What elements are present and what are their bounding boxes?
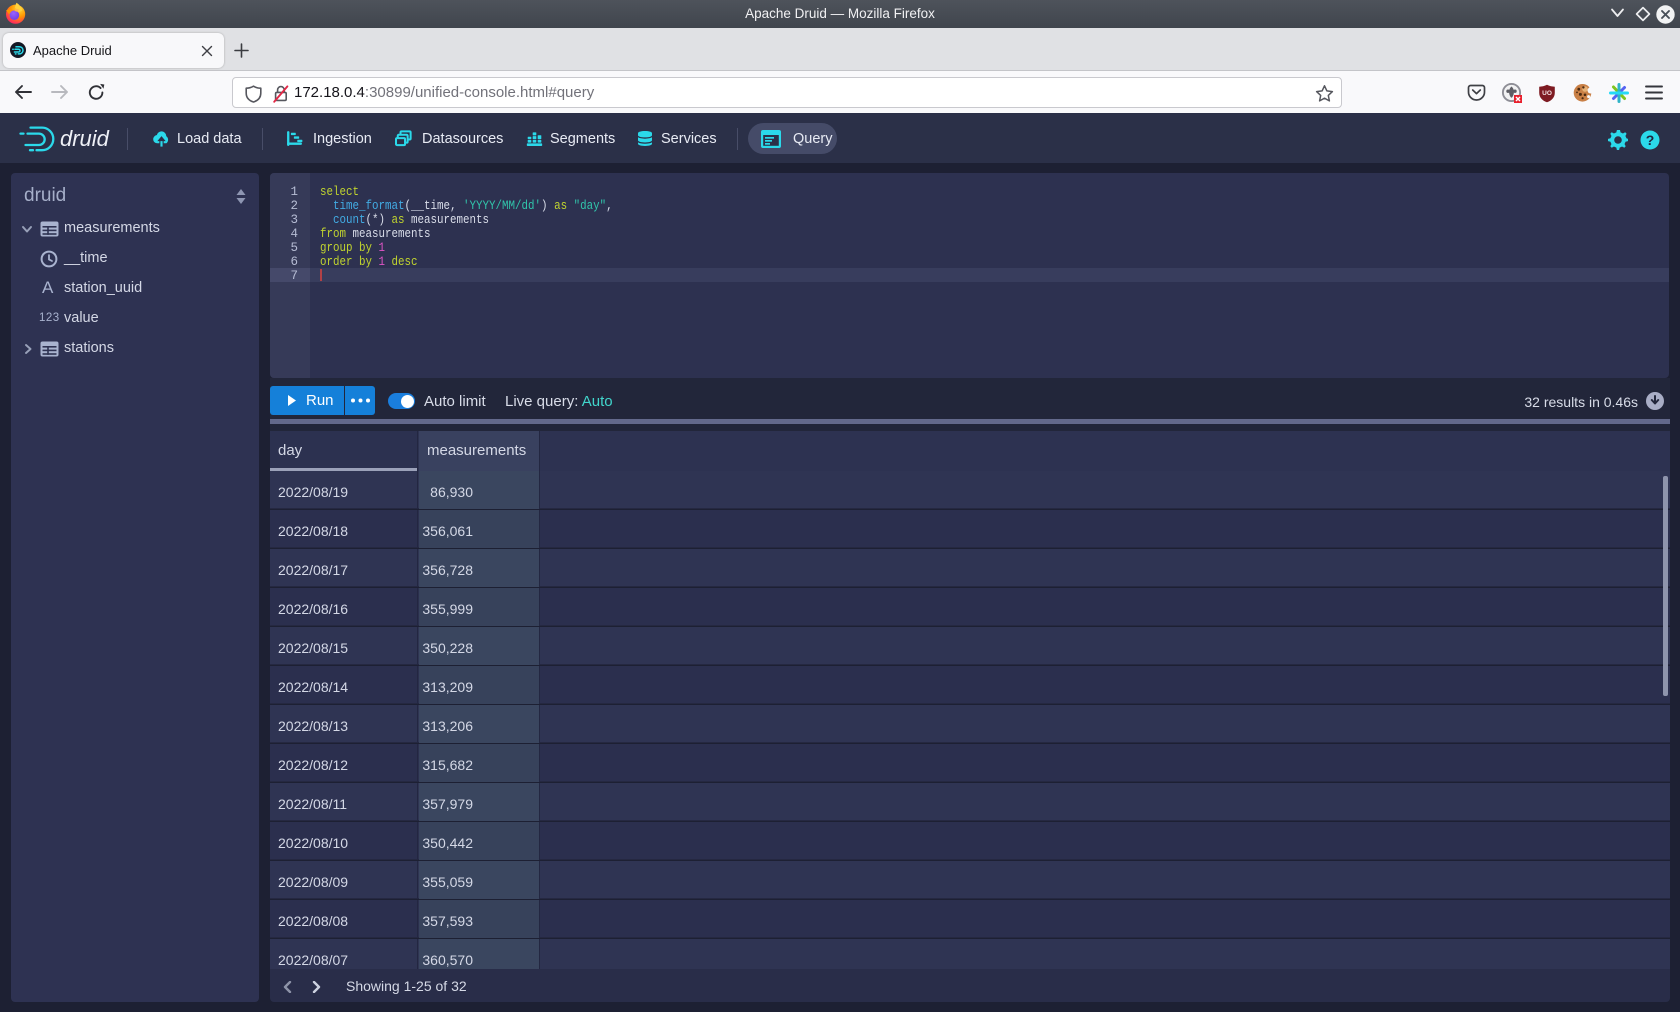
svg-text:?: ?	[1646, 132, 1655, 148]
svg-text:UO: UO	[1542, 90, 1552, 97]
